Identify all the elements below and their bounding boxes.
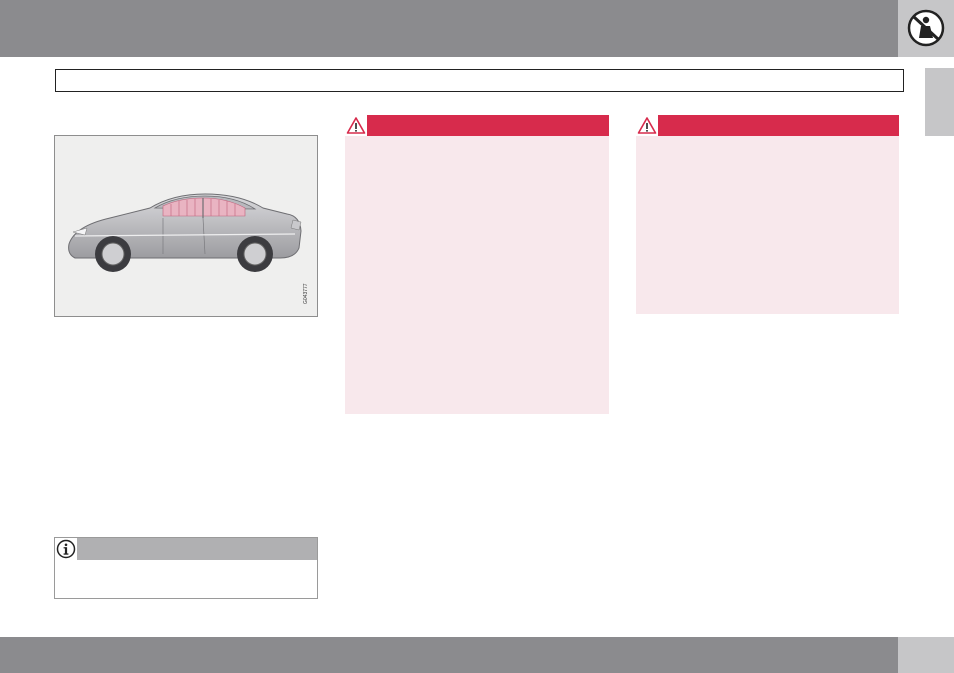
- page-number-box: [898, 637, 954, 673]
- warning-icon-cell: [345, 115, 367, 136]
- warning-box-1: [345, 115, 609, 414]
- no-child-seat-icon: [907, 9, 945, 47]
- warning-triangle-icon: [346, 117, 366, 134]
- warning-icon-cell: [636, 115, 658, 136]
- figure-code: G043777: [303, 283, 309, 304]
- note-box: [54, 537, 318, 599]
- warning-triangle-icon: [637, 117, 657, 134]
- info-icon-cell: [55, 538, 77, 560]
- warning-header-bar: [345, 115, 609, 136]
- chapter-side-tab: [925, 68, 954, 136]
- warning-header-bar: [636, 115, 899, 136]
- footer-band: [0, 637, 898, 673]
- warning-box-2: [636, 115, 899, 314]
- header-band: [0, 0, 898, 57]
- note-header-bar: [55, 538, 317, 560]
- car-illustration-figure: G043777: [54, 135, 318, 317]
- info-icon: [56, 539, 76, 559]
- section-title-bar: [55, 69, 904, 92]
- car-illustration: [68, 193, 302, 272]
